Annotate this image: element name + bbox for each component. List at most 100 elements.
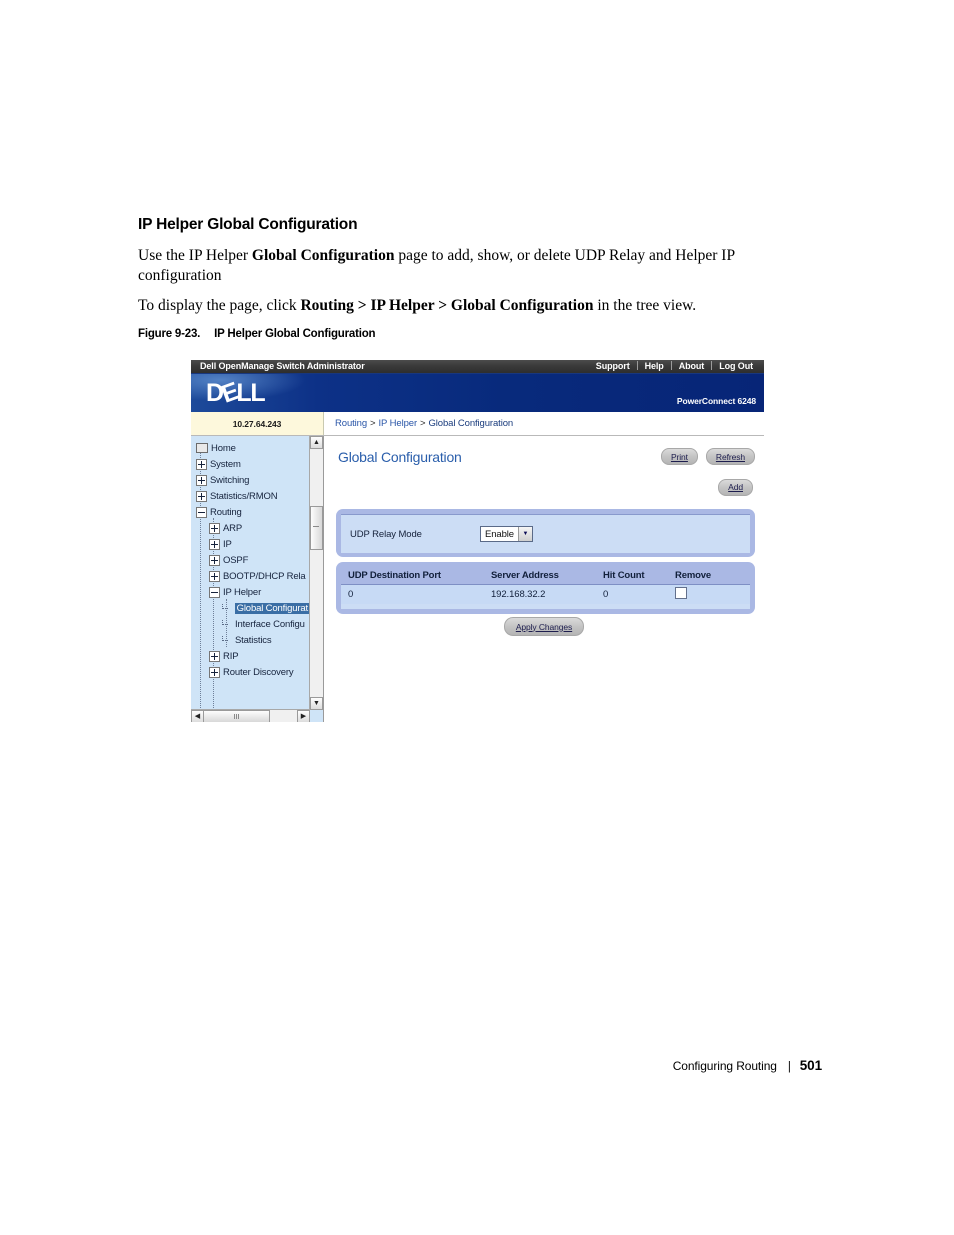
paragraph-intro-pre: Use the IP Helper xyxy=(138,247,252,264)
sidebar-item-home[interactable]: Home xyxy=(196,440,310,456)
cell-hit-count: 0 xyxy=(603,589,609,600)
udp-relay-mode-row: UDP Relay Mode Enable ▼ xyxy=(341,514,750,553)
sidebar-item-ospf[interactable]: OSPF xyxy=(196,552,310,568)
menu-item-help[interactable]: Help xyxy=(638,361,671,371)
udp-relay-mode-select[interactable]: Enable ▼ xyxy=(480,526,533,542)
sidebar-item-statistics-rmon[interactable]: Statistics/RMON xyxy=(196,488,310,504)
sidebar-item-label: Statistics/RMON xyxy=(210,490,278,502)
figure-screenshot: Dell OpenManage Switch Administrator Sup… xyxy=(191,360,764,722)
sidebar-item-switching[interactable]: Switching xyxy=(196,472,310,488)
figure-number: Figure 9-23. xyxy=(138,328,201,340)
content-panel: Global Configuration Print Refresh Add U… xyxy=(324,436,764,722)
expand-plus-icon[interactable] xyxy=(209,554,220,566)
navigation-tree-panel: Home System Switching Statistics/RMON Routin… xyxy=(191,436,324,722)
sidebar-item-routing[interactable]: Routing xyxy=(196,504,310,520)
sidebar-item-rip[interactable]: RIP xyxy=(196,648,310,664)
print-button[interactable]: Print xyxy=(660,448,698,465)
sidebar-item-label: ARP xyxy=(223,522,243,534)
sidebar-item-label: IP Helper xyxy=(223,586,262,598)
expand-plus-icon[interactable] xyxy=(196,458,207,470)
menu-item-about[interactable]: About xyxy=(672,361,712,371)
scroll-down-icon[interactable]: ▼ xyxy=(310,697,323,710)
sidebar-item-ip-helper[interactable]: IP Helper xyxy=(196,584,310,600)
breadcrumb-separator-2: > xyxy=(420,418,426,429)
expand-plus-icon[interactable] xyxy=(209,650,220,662)
remove-checkbox[interactable] xyxy=(675,587,687,599)
footer-separator: | xyxy=(787,1061,791,1073)
collapse-minus-icon[interactable] xyxy=(209,586,220,598)
expand-plus-icon[interactable] xyxy=(196,490,207,502)
apply-changes-button[interactable]: Apply Changes xyxy=(503,617,585,636)
sidebar-item-label: Statistics xyxy=(235,634,272,646)
menu-item-support[interactable]: Support xyxy=(589,361,637,371)
column-header-hit-count: Hit Count xyxy=(603,570,645,581)
sidebar-item-bootp-dhcp-rela[interactable]: BOOTP/DHCP Rela xyxy=(196,568,310,584)
dell-banner: DELL PowerConnect 6248 xyxy=(191,374,764,412)
paragraph-navigation-pre: To display the page, click xyxy=(138,297,301,314)
refresh-button[interactable]: Refresh xyxy=(705,448,755,465)
breadcrumb-separator-1: > xyxy=(370,418,376,429)
expand-plus-icon[interactable] xyxy=(196,474,207,486)
udp-helper-table: UDP Destination Port Server Address Hit … xyxy=(341,567,750,609)
page-title: IP Helper Global Configuration xyxy=(138,216,358,233)
sidebar-item-label: Router Discovery xyxy=(223,666,294,678)
device-model-label: PowerConnect 6248 xyxy=(676,396,756,406)
figure-caption: Figure 9-23. IP Helper Global Configurati… xyxy=(138,328,376,340)
tree-horizontal-scrollbar[interactable]: ◀ ▶ xyxy=(191,709,310,722)
sidebar-item-label: Switching xyxy=(210,474,250,486)
cell-udp-destination-port: 0 xyxy=(348,589,354,600)
scroll-right-icon[interactable]: ▶ xyxy=(297,710,310,722)
cell-server-address: 192.168.32.2 xyxy=(491,589,546,600)
paragraph-intro: Use the IP Helper Global Configuration p… xyxy=(138,246,763,286)
expand-plus-icon[interactable] xyxy=(209,666,220,678)
breadcrumb-item-routing[interactable]: Routing xyxy=(335,418,367,429)
add-button[interactable]: Add xyxy=(718,478,753,496)
tree-leaf-icon xyxy=(221,603,232,613)
content-page-title: Global Configuration xyxy=(338,449,462,465)
cell-remove xyxy=(675,587,745,602)
breadcrumb-item-ip-helper[interactable]: IP Helper xyxy=(379,418,418,429)
sidebar-item-global-configurat[interactable]: Global Configurat xyxy=(196,600,310,616)
sidebar-item-label: OSPF xyxy=(223,554,249,566)
footer-chapter-title: Configuring Routing xyxy=(672,1059,777,1073)
sidebar-item-label: System xyxy=(210,458,241,470)
menu-item-logout[interactable]: Log Out xyxy=(712,361,760,371)
udp-relay-mode-label: UDP Relay Mode xyxy=(350,528,422,540)
sidebar-item-arp[interactable]: ARP xyxy=(196,520,310,536)
paragraph-intro-emph: Global Configuration xyxy=(251,247,395,264)
sidebar-item-router-discovery[interactable]: Router Discovery xyxy=(196,664,310,680)
horizontal-scroll-thumb[interactable] xyxy=(203,710,270,722)
expand-plus-icon[interactable] xyxy=(209,570,220,582)
table-row: 0 192.168.32.2 0 xyxy=(341,585,750,604)
topbar-menu: Support Help About Log Out xyxy=(589,361,760,371)
column-header-udp-destination-port: UDP Destination Port xyxy=(348,570,441,581)
column-header-remove: Remove xyxy=(675,570,712,581)
top-button-row: Print Refresh xyxy=(660,448,755,465)
expand-plus-icon[interactable] xyxy=(209,538,220,550)
sidebar-item-system[interactable]: System xyxy=(196,456,310,472)
app-body: Home System Switching Statistics/RMON Routin… xyxy=(191,436,764,722)
footer-page-number: 501 xyxy=(799,1058,822,1073)
paragraph-navigation: To display the page, click Routing > IP … xyxy=(138,296,763,316)
tree-vertical-scrollbar[interactable]: ▲ ▼ xyxy=(309,436,323,710)
page-footer: Configuring Routing | 501 xyxy=(0,1058,822,1073)
navigation-tree-scroll-area: Home System Switching Statistics/RMON Routin… xyxy=(191,436,310,710)
udp-helper-table-panel: UDP Destination Port Server Address Hit … xyxy=(336,562,755,614)
tree-leaf-icon xyxy=(222,635,232,645)
sidebar-item-label: RIP xyxy=(223,650,239,662)
breadcrumb-item-global-configuration: Global Configuration xyxy=(428,418,514,429)
sidebar-item-statistics[interactable]: Statistics xyxy=(196,632,310,648)
collapse-minus-icon[interactable] xyxy=(196,506,207,518)
expand-plus-icon[interactable] xyxy=(209,522,220,534)
sidebar-item-ip[interactable]: IP xyxy=(196,536,310,552)
udp-relay-mode-panel: UDP Relay Mode Enable ▼ xyxy=(336,509,755,557)
figure-title: IP Helper Global Configuration xyxy=(214,328,376,340)
app-topbar: Dell OpenManage Switch Administrator Sup… xyxy=(191,360,764,374)
sidebar-item-interface-configu[interactable]: Interface Configu xyxy=(196,616,310,632)
chevron-down-icon[interactable]: ▼ xyxy=(517,527,532,541)
vertical-scroll-thumb[interactable] xyxy=(310,506,323,550)
udp-relay-mode-value: Enable xyxy=(485,528,514,540)
tree-leaf-icon xyxy=(222,619,232,629)
column-header-server-address: Server Address xyxy=(491,570,559,581)
scroll-up-icon[interactable]: ▲ xyxy=(310,436,323,449)
